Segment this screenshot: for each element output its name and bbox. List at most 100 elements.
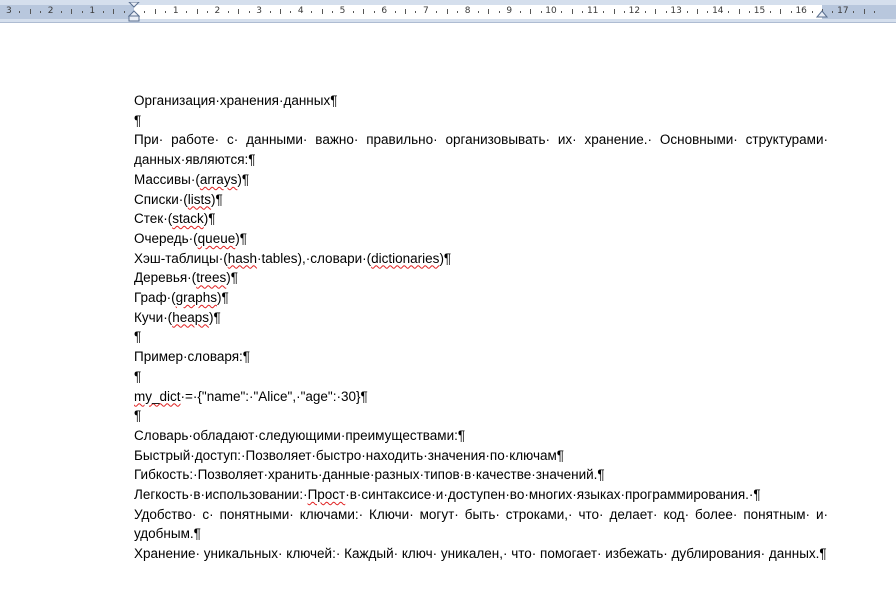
document-paragraph[interactable]: Стек·(stack)¶ — [134, 209, 828, 229]
ruler-half-tick — [322, 9, 323, 14]
document-paragraph[interactable]: Хэш-таблицы·(hash·tables),·словари·(dict… — [134, 249, 828, 269]
ruler-half-tick — [280, 9, 281, 14]
ruler-quarter-tick — [853, 11, 854, 13]
document-paragraph[interactable]: При· работе· с· данными· важно· правильн… — [134, 130, 828, 169]
document-paragraph[interactable]: ¶ — [134, 406, 828, 426]
ruler-quarter-tick — [144, 11, 145, 13]
document-paragraph[interactable]: Пример·словаря:¶ — [134, 347, 828, 367]
ruler-quarter-tick — [687, 11, 688, 13]
document-paragraph[interactable]: Кучи·(heaps)¶ — [134, 308, 828, 328]
document-paragraph[interactable]: Очередь·(queue)¶ — [134, 229, 828, 249]
spelling-error[interactable]: graphs — [176, 290, 217, 305]
ruler-number: 2 — [47, 6, 54, 16]
document-paragraph[interactable]: Хранение· уникальных· ключей:· Каждый· к… — [134, 544, 828, 564]
document-paragraph[interactable]: Словарь·обладают·следующими·преимущества… — [134, 426, 828, 446]
ruler-number: 3 — [6, 6, 12, 16]
ruler-quarter-tick — [124, 11, 125, 13]
document-paragraph[interactable]: Списки·(lists)¶ — [134, 190, 828, 210]
spelling-error[interactable]: heaps — [172, 310, 209, 325]
horizontal-ruler[interactable]: 3 2 1 1 2 3 4 5 6 7 8 9 10 11 12 13 14 15 16 17 — [0, 0, 896, 23]
ruler-quarter-tick — [61, 11, 62, 13]
document-paragraph[interactable]: ¶ — [134, 327, 828, 347]
ruler-number: 1 — [172, 6, 179, 16]
spelling-error[interactable]: my_dict — [134, 389, 181, 404]
ruler-half-tick — [572, 9, 573, 14]
ruler-half-tick — [655, 9, 656, 14]
ruler-quarter-tick — [249, 11, 250, 13]
ruler-number: 6 — [381, 6, 388, 16]
ruler-half-tick — [405, 9, 406, 14]
ruler-half-tick — [363, 9, 364, 14]
ruler-half-tick — [864, 9, 865, 14]
ruler-quarter-tick — [290, 11, 291, 13]
spelling-error[interactable]: dictionaries — [371, 251, 439, 266]
ruler-quarter-tick — [374, 11, 375, 13]
ruler-number: 12 — [628, 6, 641, 16]
document-paragraph[interactable]: Гибкость:·Позволяет·хранить·данные·разны… — [134, 465, 828, 485]
document-paragraph[interactable]: Организация·хранения·данных¶ — [134, 91, 828, 111]
spelling-error[interactable]: queue — [198, 231, 236, 246]
spelling-error[interactable]: Прост — [308, 487, 346, 502]
ruler-quarter-tick — [19, 11, 20, 13]
ruler-half-tick — [530, 9, 531, 14]
document-paragraph[interactable]: Массивы·(arrays)¶ — [134, 170, 828, 190]
spelling-error[interactable]: lists — [188, 192, 211, 207]
ruler-quarter-tick — [541, 11, 542, 13]
document-paragraph[interactable]: Граф·(graphs)¶ — [134, 288, 828, 308]
ruler-quarter-tick — [207, 11, 208, 13]
right-indent-marker-icon[interactable] — [816, 10, 828, 22]
document-paragraph[interactable]: Деревья·(trees)¶ — [134, 268, 828, 288]
document-page[interactable]: Организация·хранения·данных¶ ¶ При· работе… — [0, 23, 896, 589]
ruler-number: 4 — [297, 6, 304, 16]
ruler-half-tick — [197, 9, 198, 14]
ruler-quarter-tick — [311, 11, 312, 13]
ruler-right-margin — [822, 5, 896, 19]
document-paragraph[interactable]: Удобство· с· понятными· ключами:· Ключи·… — [134, 505, 828, 544]
spelling-error[interactable]: trees — [196, 270, 226, 285]
ruler-number: 5 — [339, 6, 346, 16]
spelling-error[interactable]: hash — [228, 251, 257, 266]
ruler-half-tick — [155, 9, 156, 14]
document-paragraph[interactable]: Легкость·в·использовании:·Прост·в·синтак… — [134, 485, 828, 505]
ruler-number: 2 — [214, 6, 221, 16]
ruler-quarter-tick — [228, 11, 229, 13]
ruler-number: 11 — [586, 6, 599, 16]
ruler-quarter-tick — [874, 11, 875, 13]
ruler-half-tick — [30, 9, 31, 14]
document-paragraph[interactable]: ¶ — [134, 111, 828, 131]
ruler-quarter-tick — [582, 11, 583, 13]
document-paragraph[interactable]: my_dict·=·{"name":·"Alice",·"age":·30}¶ — [134, 387, 828, 407]
ruler-quarter-tick — [791, 11, 792, 13]
ruler-number: 17 — [837, 6, 849, 16]
document-body[interactable]: Организация·хранения·данных¶ ¶ При· работе… — [134, 91, 828, 564]
ruler-half-tick — [113, 9, 114, 14]
ruler-half-tick — [71, 9, 72, 14]
left-indent-marker-icon[interactable] — [128, 2, 140, 22]
ruler-number: 16 — [795, 6, 807, 16]
ruler-quarter-tick — [82, 11, 83, 13]
ruler-quarter-tick — [770, 11, 771, 13]
ruler-quarter-tick — [812, 11, 813, 13]
ruler-number: 8 — [464, 6, 471, 16]
ruler-quarter-tick — [645, 11, 646, 13]
ruler-half-tick — [447, 9, 448, 14]
spelling-error[interactable]: arrays — [200, 172, 238, 187]
ruler-quarter-tick — [624, 11, 625, 13]
spelling-error[interactable]: stack — [172, 211, 204, 226]
ruler-half-tick — [697, 9, 698, 14]
document-paragraph[interactable]: Быстрый·доступ:·Позволяет·быстро·находит… — [134, 446, 828, 466]
ruler-quarter-tick — [499, 11, 500, 13]
ruler-number: 14 — [712, 6, 724, 16]
ruler-quarter-tick — [603, 11, 604, 13]
ruler-quarter-tick — [749, 11, 750, 13]
ruler-number: 9 — [506, 6, 513, 16]
document-paragraph[interactable]: ¶ — [134, 367, 828, 387]
ruler-half-tick — [614, 9, 615, 14]
ruler-quarter-tick — [186, 11, 187, 13]
ruler-quarter-tick — [832, 11, 833, 13]
ruler-half-tick — [238, 9, 239, 14]
ruler-half-tick — [780, 9, 781, 14]
ruler-quarter-tick — [40, 11, 41, 13]
ruler-quarter-tick — [457, 11, 458, 13]
ruler-quarter-tick — [707, 11, 708, 13]
